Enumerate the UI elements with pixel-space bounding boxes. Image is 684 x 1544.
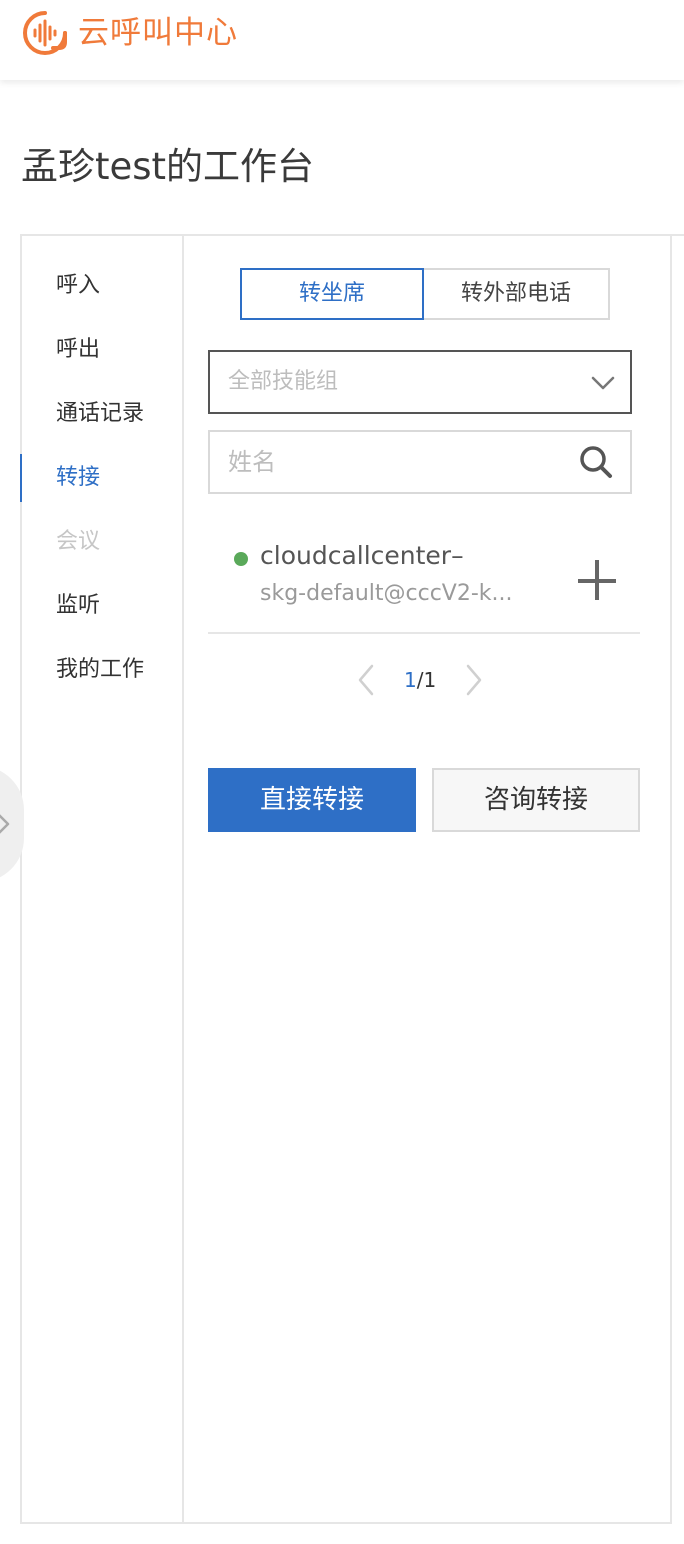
sidebar-item-outbound[interactable]: 呼出 xyxy=(22,330,182,370)
total-pages: /1 xyxy=(416,668,437,692)
chevron-left-icon[interactable] xyxy=(352,660,382,700)
sidebar-item-call-records[interactable]: 通话记录 xyxy=(22,394,182,434)
direct-transfer-button[interactable]: 直接转接 xyxy=(208,768,416,832)
pagination: 1/1 xyxy=(352,660,488,700)
adjacent-panel-edge xyxy=(670,234,684,1524)
sidebar-nav: 呼入 呼出 通话记录 转接 会议 监听 我的工作 xyxy=(20,236,184,1522)
sidebar-item-transfer[interactable]: 转接 xyxy=(20,454,182,502)
current-page: 1 xyxy=(404,668,417,692)
page-title: 孟珍test的工作台 xyxy=(21,145,315,188)
chevron-down-icon xyxy=(591,376,615,390)
sidebar-item-inbound[interactable]: 呼入 xyxy=(22,266,182,306)
skill-group-select-value: 全部技能组 xyxy=(228,369,339,394)
sidebar-item-conference: 会议 xyxy=(56,529,101,554)
app-name: 云呼叫中心 xyxy=(78,15,238,51)
consult-transfer-button[interactable]: 咨询转接 xyxy=(432,768,640,832)
app-logo[interactable]: 云呼叫中心 xyxy=(20,8,238,58)
name-search-field xyxy=(208,430,632,494)
sidebar-item-monitor[interactable]: 监听 xyxy=(22,586,182,626)
page-indicator: 1/1 xyxy=(404,660,436,700)
name-search-input[interactable] xyxy=(228,432,568,492)
agent-skill-group: skg-default@cccV2-k... xyxy=(260,581,513,606)
online-status-dot xyxy=(234,552,248,566)
tab-transfer-to-agent[interactable]: 转坐席 xyxy=(240,268,424,320)
workbench-panel: 呼入 呼出 通话记录 转接 会议 监听 我的工作 转坐席 转外部电话 全部技能组… xyxy=(20,234,672,1524)
sidebar-item-my-work[interactable]: 我的工作 xyxy=(22,650,182,690)
agent-name: cloudcallcenter– xyxy=(260,541,464,570)
tab-transfer-to-external[interactable]: 转外部电话 xyxy=(424,268,610,320)
add-agent-plus-icon[interactable] xyxy=(578,560,618,600)
chevron-right-icon xyxy=(0,814,10,834)
skill-group-select[interactable]: 全部技能组 xyxy=(208,350,632,414)
headset-logo-icon xyxy=(23,11,67,55)
chevron-right-icon[interactable] xyxy=(458,660,488,700)
search-icon[interactable] xyxy=(578,444,614,480)
top-bar: 云呼叫中心 xyxy=(0,0,684,80)
list-item: cloudcallcenter– skg-default@cccV2-k... xyxy=(208,532,640,634)
